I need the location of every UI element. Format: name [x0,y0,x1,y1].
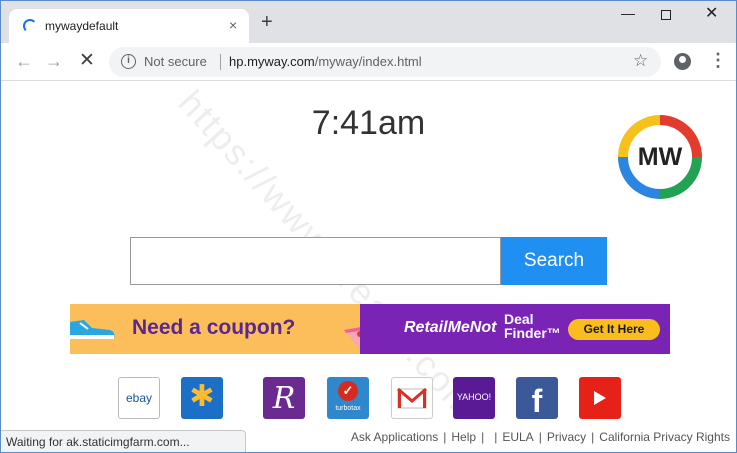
security-label[interactable]: Not secure [144,54,207,69]
url-text[interactable]: hp.myway.com/myway/index.html [229,54,422,69]
walmart-spark-icon: ✱ [189,380,215,413]
loading-spinner-icon [23,19,37,33]
address-bar[interactable]: i Not secure hp.myway.com/myway/index.ht… [109,47,661,77]
footer-link-ask-applications[interactable]: Ask Applications [351,430,438,444]
new-tab-button[interactable]: + [261,12,273,32]
tab-title: mywaydefault [45,19,119,33]
deal-line-1: Deal [504,311,534,327]
status-bar: Waiting for ak.staticimgfarm.com... [1,430,246,452]
youtube-play-icon [594,391,606,405]
footer-link-privacy[interactable]: Privacy [547,430,586,444]
deal-finder-label: Deal Finder™ [504,312,561,340]
back-arrow-icon[interactable]: ← [15,51,33,72]
footer-links: Ask Applications | Help | | EULA | Privacy | Cali… [350,430,730,444]
yahoo-shortcut[interactable]: YAHOO! [453,377,495,419]
url-host: hp.myway.com [229,54,315,69]
footer-link-help[interactable]: Help [451,430,476,444]
walmart-shortcut[interactable]: ✱ [181,377,223,419]
omnibox-divider [220,54,221,70]
gmail-envelope-icon [397,387,427,409]
page-content: https://www.greatis.com 7:41am MW Search… [1,82,736,452]
turbotax-check-icon: ✓ [338,381,358,401]
browser-toolbar: ← → ✕ i Not secure hp.myway.com/myway/in… [1,43,736,81]
profile-icon[interactable] [674,53,691,70]
yahoo-icon: YAHOO! [456,392,492,402]
url-path: /myway/index.html [314,54,422,69]
facebook-shortcut[interactable]: f [516,377,558,419]
window-close-icon[interactable]: ✕ [705,3,718,23]
menu-kebab-icon[interactable]: ⋮ [709,50,727,71]
turbotax-shortcut[interactable]: ✓ turbotax [327,377,369,419]
gmail-shortcut[interactable] [391,377,433,419]
rakuten-shortcut[interactable]: R [263,377,305,419]
ebay-shortcut[interactable]: ebay [118,377,160,419]
coupon-banner-ad[interactable]: Need a coupon? RetailMeNot Deal Finder™ … [70,304,670,354]
sneaker-icon [70,320,115,339]
turbotax-label: turbotax [335,405,361,412]
get-it-here-button[interactable]: Get It Here [568,319,660,340]
minimize-icon[interactable]: — [621,5,635,21]
facebook-icon: f [531,383,543,419]
myway-logo[interactable]: MW [615,112,705,202]
retailmenot-logo: RetailMeNot [404,319,497,336]
maximize-icon[interactable] [661,10,671,20]
stop-loading-icon[interactable]: ✕ [79,49,95,72]
bookmark-star-icon[interactable]: ☆ [633,51,648,71]
tab-close-icon[interactable]: × [229,17,237,33]
youtube-shortcut[interactable] [579,377,621,419]
coupon-headline: Need a coupon? [132,316,296,339]
footer-link-eula[interactable]: EULA [502,430,533,444]
forward-arrow-icon[interactable]: → [45,51,63,72]
logo-text: MW [637,143,683,171]
deal-line-2: Finder™ [504,325,561,341]
footer-link-california-privacy[interactable]: California Privacy Rights [599,430,730,444]
tab-strip: mywaydefault × + — ✕ [1,1,736,43]
search-input[interactable] [130,237,501,285]
banner-left-panel: Need a coupon? [70,304,378,354]
tab-active[interactable]: mywaydefault × [9,9,249,43]
rakuten-icon: R [272,381,296,416]
banner-right-panel: RetailMeNot Deal Finder™ Get It Here [360,304,670,354]
ebay-icon: ebay [125,391,153,405]
info-icon[interactable]: i [121,54,136,69]
browser-window: mywaydefault × + — ✕ ← → ✕ i Not secure … [0,0,737,453]
search-button[interactable]: Search [501,237,607,285]
